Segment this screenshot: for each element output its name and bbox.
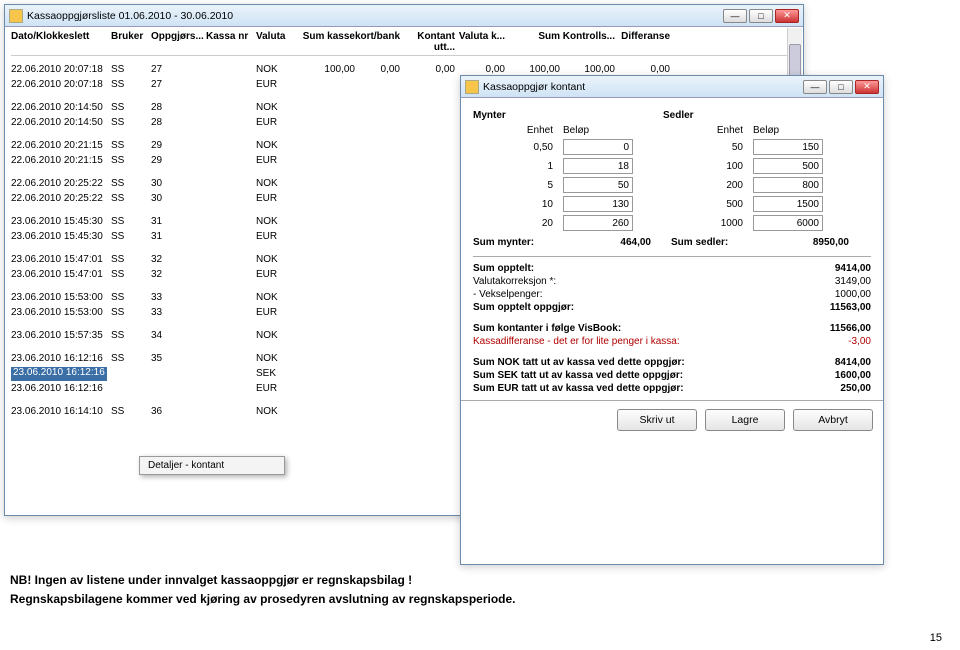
titlebar-list[interactable]: Kassaoppgjørsliste 01.06.2010 - 30.06.20… xyxy=(5,5,803,27)
col-kassanr[interactable]: Kassa nr xyxy=(206,31,256,53)
maximize-button[interactable]: □ xyxy=(749,9,773,23)
mynter-enhet: 10 xyxy=(473,199,563,210)
col-bruker[interactable]: Bruker xyxy=(111,31,151,53)
denom-row: 20 1000 xyxy=(473,215,871,231)
close-button[interactable]: ✕ xyxy=(775,9,799,23)
summary-label: Sum EUR tatt ut av kassa ved dette oppgj… xyxy=(473,383,791,394)
sedler-enhet: 100 xyxy=(663,161,753,172)
sedler-belop-input[interactable] xyxy=(753,158,823,174)
enhet-label: Enhet xyxy=(663,125,753,136)
col-valutak[interactable]: Valuta k... xyxy=(455,31,505,53)
skrivut-button[interactable]: Skriv ut xyxy=(617,409,697,431)
summary-line: Sum EUR tatt ut av kassa ved dette oppgj… xyxy=(473,383,871,394)
summary-label: Sum kontanter i følge VisBook: xyxy=(473,323,791,334)
summary-line: Sum NOK tatt ut av kassa ved dette oppgj… xyxy=(473,357,871,368)
summary-value: 11563,00 xyxy=(791,302,871,313)
sedler-belop-input[interactable] xyxy=(753,139,823,155)
summary-value: 3149,00 xyxy=(791,276,871,287)
col-kontant[interactable]: Kontant utt... xyxy=(400,31,455,53)
sedler-belop-input[interactable] xyxy=(753,215,823,231)
window-title: Kassaoppgjør kontant xyxy=(483,81,585,93)
sedler-heading: Sedler xyxy=(663,110,843,121)
col-valuta[interactable]: Valuta xyxy=(256,31,300,53)
sedler-enhet: 50 xyxy=(663,142,753,153)
col-sum[interactable]: Sum xyxy=(505,31,560,53)
maximize-button[interactable]: □ xyxy=(829,80,853,94)
sedler-belop-input[interactable] xyxy=(753,177,823,193)
mynter-belop-input[interactable] xyxy=(563,158,633,174)
summary-value: 1000,00 xyxy=(791,289,871,300)
summary-label: Valutakorreksjon *: xyxy=(473,276,791,287)
denom-row: 0,50 50 xyxy=(473,139,871,155)
summary-label: Kassadifferanse - det er for lite penger… xyxy=(473,336,791,347)
denom-row: 1 100 xyxy=(473,158,871,174)
enhet-label: Enhet xyxy=(473,125,563,136)
minimize-button[interactable]: — xyxy=(803,80,827,94)
summary-line: Kassadifferanse - det er for lite penger… xyxy=(473,336,871,347)
window-title: Kassaoppgjørsliste 01.06.2010 - 30.06.20… xyxy=(27,10,233,22)
col-date[interactable]: Dato/Klokkeslett xyxy=(11,31,111,53)
summary-label: Sum NOK tatt ut av kassa ved dette oppgj… xyxy=(473,357,791,368)
col-kontrolls[interactable]: Kontrolls... xyxy=(560,31,615,53)
context-menu-item[interactable]: Detaljer - kontant xyxy=(148,460,224,471)
close-button[interactable]: ✕ xyxy=(855,80,879,94)
summary-line: Sum SEK tatt ut av kassa ved dette oppgj… xyxy=(473,370,871,381)
col-oppgjors[interactable]: Oppgjørs... xyxy=(151,31,206,53)
belop-label: Beløp xyxy=(563,125,643,136)
app-icon xyxy=(9,9,23,23)
summary-value: 11566,00 xyxy=(791,323,871,334)
sedler-enhet: 1000 xyxy=(663,218,753,229)
summary-value: -3,00 xyxy=(791,336,871,347)
col-sumkasse[interactable]: Sum kasse xyxy=(300,31,355,53)
sum-sedler-label: Sum sedler: xyxy=(671,237,771,248)
avbryt-button[interactable]: Avbryt xyxy=(793,409,873,431)
summary-line: Valutakorreksjon *:3149,00 xyxy=(473,276,871,287)
note2-text: Regnskapsbilagene kommer ved kjøring av … xyxy=(10,592,516,606)
summary-value: 8414,00 xyxy=(791,357,871,368)
belop-label: Beløp xyxy=(753,125,833,136)
summary-label: - Vekselpenger: xyxy=(473,289,791,300)
sum-mynter-value: 464,00 xyxy=(573,237,651,248)
button-bar: Skriv ut Lagre Avbryt xyxy=(461,400,883,439)
app-icon xyxy=(465,80,479,94)
sedler-enhet: 500 xyxy=(663,199,753,210)
summary-value: 9414,00 xyxy=(791,263,871,274)
page-number: 15 xyxy=(930,632,942,644)
summary-line: Sum kontanter i følge VisBook:11566,00 xyxy=(473,323,871,334)
note-text: NB! Ingen av listene under innvalget kas… xyxy=(10,573,412,587)
mynter-belop-input[interactable] xyxy=(563,215,633,231)
minimize-button[interactable]: — xyxy=(723,9,747,23)
col-differanse[interactable]: Differanse xyxy=(615,31,670,53)
window-kontant: Kassaoppgjør kontant — □ ✕ Mynter Sedler… xyxy=(460,75,884,565)
mynter-enhet: 0,50 xyxy=(473,142,563,153)
mynter-belop-input[interactable] xyxy=(563,177,633,193)
mynter-heading: Mynter xyxy=(473,110,663,121)
mynter-enhet: 1 xyxy=(473,161,563,172)
mynter-belop-input[interactable] xyxy=(563,139,633,155)
grid-header[interactable]: Dato/Klokkeslett Bruker Oppgjørs... Kass… xyxy=(11,31,797,56)
context-menu[interactable]: Detaljer - kontant xyxy=(139,456,285,475)
summary-label: Sum SEK tatt ut av kassa ved dette oppgj… xyxy=(473,370,791,381)
summary-value: 250,00 xyxy=(791,383,871,394)
sum-mynter-label: Sum mynter: xyxy=(473,237,573,248)
denom-row: 10 500 xyxy=(473,196,871,212)
col-kortbank[interactable]: kort/bank xyxy=(355,31,400,53)
denom-row: 5 200 xyxy=(473,177,871,193)
summary-line: Sum opptelt:9414,00 xyxy=(473,263,871,274)
mynter-belop-input[interactable] xyxy=(563,196,633,212)
kontant-panel: Mynter Sedler Enhet Beløp Enhet Beløp 0,… xyxy=(461,98,883,394)
summary-label: Sum opptelt oppgjør: xyxy=(473,302,791,313)
sum-sedler-value: 8950,00 xyxy=(771,237,849,248)
summary-value: 1600,00 xyxy=(791,370,871,381)
selected-cell[interactable]: 23.06.2010 16:12:16 xyxy=(11,367,107,381)
sedler-enhet: 200 xyxy=(663,180,753,191)
mynter-enhet: 20 xyxy=(473,218,563,229)
summary-line: Sum opptelt oppgjør:11563,00 xyxy=(473,302,871,313)
sedler-belop-input[interactable] xyxy=(753,196,823,212)
titlebar-kontant[interactable]: Kassaoppgjør kontant — □ ✕ xyxy=(461,76,883,98)
mynter-enhet: 5 xyxy=(473,180,563,191)
summary-label: Sum opptelt: xyxy=(473,263,791,274)
summary-line: - Vekselpenger:1000,00 xyxy=(473,289,871,300)
lagre-button[interactable]: Lagre xyxy=(705,409,785,431)
